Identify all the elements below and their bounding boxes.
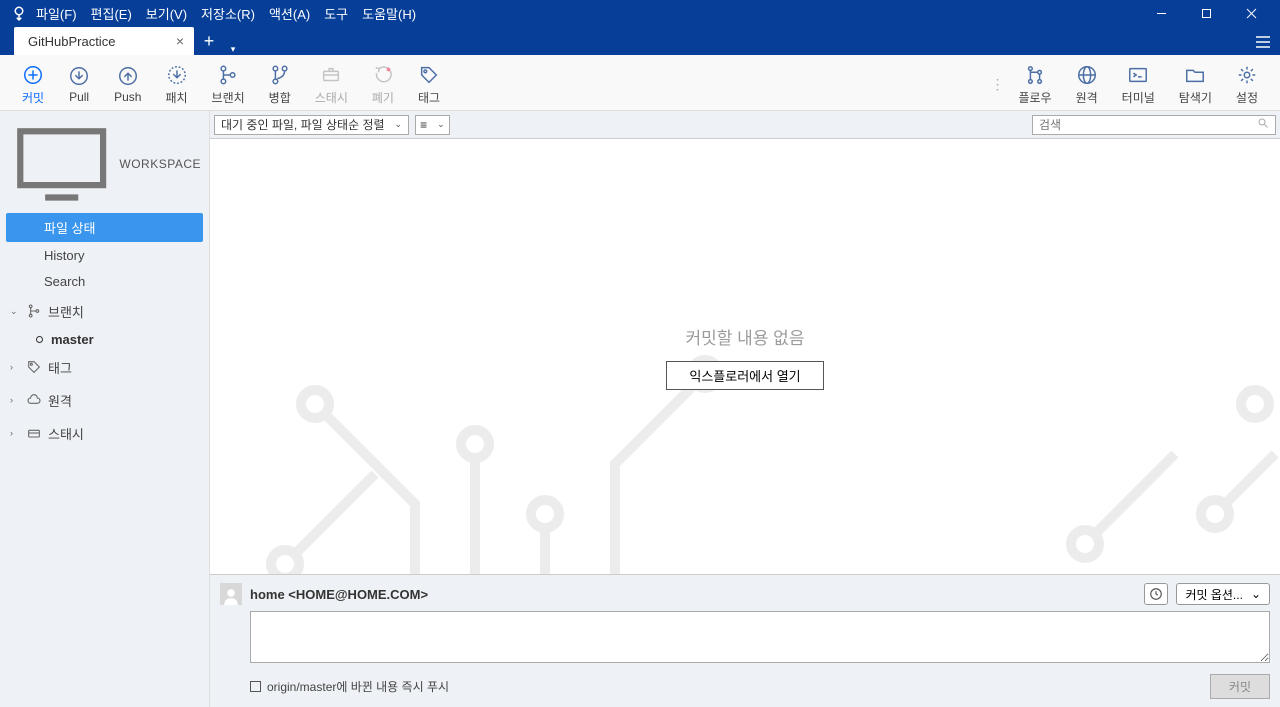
chevron-down-icon: ⌄: [10, 306, 20, 317]
commit-button[interactable]: 커밋: [10, 59, 56, 110]
stash-icon: [26, 425, 42, 441]
merge-button[interactable]: 병합: [257, 59, 303, 110]
push-button[interactable]: Push: [102, 59, 153, 110]
hamburger-icon[interactable]: [1246, 28, 1280, 55]
search-box[interactable]: [1032, 115, 1276, 135]
commit-history-button[interactable]: [1144, 583, 1168, 605]
tab-bar: GitHubPractice × + ▾: [0, 27, 1280, 55]
pending-files-dropdown[interactable]: 대기 중인 파일, 파일 상태순 정렬 ⌄: [214, 115, 409, 135]
menu-edit[interactable]: 편집(E): [91, 4, 132, 23]
menu-repo[interactable]: 저장소(R): [201, 4, 255, 23]
menu-file[interactable]: 파일(F): [36, 4, 77, 23]
new-tab-dropdown[interactable]: ▾: [224, 44, 242, 55]
chevron-right-icon: ›: [10, 362, 20, 372]
commit-message-input[interactable]: [250, 611, 1270, 663]
minimize-button[interactable]: [1139, 0, 1184, 27]
tab-repository[interactable]: GitHubPractice ×: [14, 27, 194, 55]
sidebar-group-branches[interactable]: ⌄ 브랜치: [0, 295, 209, 328]
sidebar-group-tags[interactable]: › 태그: [0, 351, 209, 384]
menu-bar: 파일(F) 편집(E) 보기(V) 저장소(R) 액션(A) 도구 도움말(H): [0, 0, 1280, 27]
chevron-down-icon: ⌄: [1251, 587, 1261, 601]
push-immediately-label: origin/master에 바뀐 내용 즉시 푸시: [267, 678, 449, 695]
terminal-button[interactable]: 터미널: [1110, 59, 1167, 110]
chevron-down-icon: ⌄: [437, 119, 445, 130]
sidebar: WORKSPACE 파일 상태 History Search ⌄ 브랜치 mas…: [0, 111, 210, 707]
search-icon: [1257, 117, 1269, 132]
commit-panel: home <HOME@HOME.COM> 커밋 옵션... ⌄ origin/m…: [210, 575, 1280, 707]
open-in-explorer-button[interactable]: 익스플로러에서 열기: [666, 361, 823, 390]
close-button[interactable]: [1229, 0, 1274, 27]
menu-view[interactable]: 보기(V): [146, 4, 187, 23]
app-logo-icon: [10, 5, 28, 23]
commit-submit-button[interactable]: 커밋: [1210, 674, 1270, 699]
chevron-right-icon: ›: [10, 428, 20, 438]
filter-bar: 대기 중인 파일, 파일 상태순 정렬 ⌄ ≡ ⌄: [210, 111, 1280, 139]
patch-button[interactable]: 패치: [153, 59, 199, 110]
list-icon: ≡: [420, 118, 427, 132]
commit-options-dropdown[interactable]: 커밋 옵션... ⌄: [1176, 583, 1270, 605]
decorative-circuit-icon: [210, 314, 1280, 575]
maximize-button[interactable]: [1184, 0, 1229, 27]
search-input[interactable]: [1039, 118, 1257, 132]
tab-close-icon[interactable]: ×: [176, 33, 184, 49]
chevron-right-icon: ›: [10, 395, 20, 405]
sidebar-branch-master[interactable]: master: [0, 328, 209, 351]
toolbar: 커밋 Pull Push 패치 브랜치 병합 스태시 폐기 태그 ⋮ 플로우 원…: [0, 55, 1280, 111]
current-branch-indicator-icon: [36, 336, 43, 343]
discard-button[interactable]: 폐기: [360, 59, 406, 110]
pull-button[interactable]: Pull: [56, 59, 102, 110]
overflow-indicator: ⋮: [990, 76, 1006, 93]
tag-button[interactable]: 태그: [406, 59, 452, 110]
cloud-icon: [26, 392, 42, 408]
menu-action[interactable]: 액션(A): [269, 4, 310, 23]
explorer-button[interactable]: 탐색기: [1167, 59, 1224, 110]
push-immediately-checkbox[interactable]: [250, 681, 261, 692]
tab-title: GitHubPractice: [28, 34, 115, 49]
empty-state-text: 커밋할 내용 없음: [686, 324, 805, 349]
view-mode-dropdown[interactable]: ≡ ⌄: [415, 115, 450, 135]
new-tab-button[interactable]: +: [194, 27, 224, 55]
window-controls: [1139, 0, 1274, 27]
sidebar-item-search[interactable]: Search: [6, 269, 203, 294]
clock-icon: [1149, 587, 1163, 601]
chevron-down-icon: ⌄: [395, 119, 403, 130]
avatar: [220, 583, 242, 605]
gitflow-button[interactable]: 플로우: [1006, 59, 1063, 110]
tag-icon: [26, 359, 42, 375]
sidebar-group-stashes[interactable]: › 스태시: [0, 417, 209, 450]
sidebar-item-history[interactable]: History: [6, 243, 203, 268]
branch-icon: [26, 303, 42, 319]
remote-button[interactable]: 원격: [1064, 59, 1110, 110]
menu-items: 파일(F) 편집(E) 보기(V) 저장소(R) 액션(A) 도구 도움말(H): [36, 4, 416, 23]
branch-button[interactable]: 브랜치: [200, 59, 257, 110]
commit-author: home <HOME@HOME.COM>: [250, 587, 428, 602]
settings-button[interactable]: 설정: [1224, 59, 1270, 110]
stage-area: 커밋할 내용 없음 익스플로러에서 열기: [210, 139, 1280, 575]
stash-button[interactable]: 스태시: [303, 59, 360, 110]
sidebar-item-file-status[interactable]: 파일 상태: [6, 213, 203, 242]
menu-help[interactable]: 도움말(H): [362, 4, 416, 23]
sidebar-group-remotes[interactable]: › 원격: [0, 384, 209, 417]
main-area: 대기 중인 파일, 파일 상태순 정렬 ⌄ ≡ ⌄: [210, 111, 1280, 707]
menu-tool[interactable]: 도구: [324, 4, 348, 23]
workspace-header: WORKSPACE: [0, 111, 209, 212]
